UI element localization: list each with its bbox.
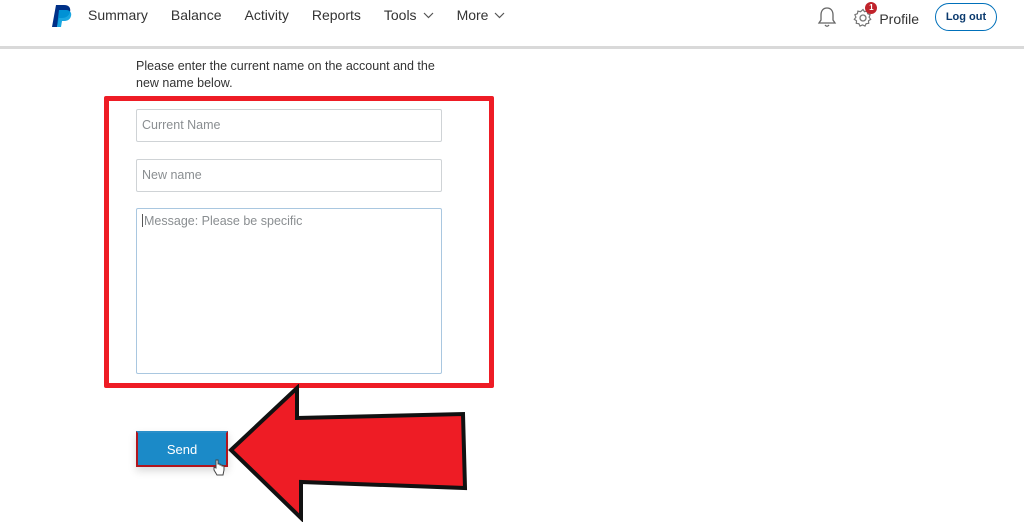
- text-caret: [142, 214, 143, 227]
- settings-button[interactable]: 1: [853, 2, 878, 28]
- nav-label: Tools: [383, 7, 417, 23]
- header-actions: 1 Profile Log out: [817, 2, 997, 31]
- main-nav: Summary Balance Activity Reports Tools M…: [88, 7, 528, 23]
- logout-button[interactable]: Log out: [935, 3, 997, 31]
- nav-label: Summary: [88, 7, 148, 23]
- hand-cursor-icon: [213, 459, 225, 476]
- chevron-down-icon: [495, 12, 505, 18]
- nav-label: More: [456, 7, 489, 23]
- nav-balance[interactable]: Balance: [171, 7, 222, 23]
- nav-label: Activity: [244, 7, 289, 23]
- paypal-logo-icon[interactable]: [50, 4, 74, 28]
- message-textarea[interactable]: Message: Please be specific: [136, 208, 442, 374]
- nav-summary[interactable]: Summary: [88, 7, 148, 23]
- chevron-down-icon: [423, 12, 433, 18]
- nav-activity[interactable]: Activity: [245, 7, 289, 23]
- new-name-input[interactable]: New name: [136, 159, 442, 192]
- message-placeholder: Message: Please be specific: [144, 214, 303, 228]
- current-name-input[interactable]: Current Name: [136, 109, 442, 142]
- nav-label: Balance: [170, 7, 222, 23]
- nav-label: Reports: [311, 7, 361, 23]
- annotation-arrow-icon: [228, 384, 468, 522]
- top-navigation-bar: Summary Balance Activity Reports Tools M…: [0, 0, 1024, 49]
- notification-badge: 1: [865, 2, 878, 14]
- profile-link[interactable]: Profile: [879, 11, 919, 27]
- nav-tools[interactable]: Tools: [384, 7, 434, 23]
- nav-more[interactable]: More: [457, 7, 506, 23]
- nav-reports[interactable]: Reports: [312, 7, 361, 23]
- bell-icon[interactable]: [817, 6, 837, 28]
- form-instructions: Please enter the current name on the acc…: [136, 59, 435, 90]
